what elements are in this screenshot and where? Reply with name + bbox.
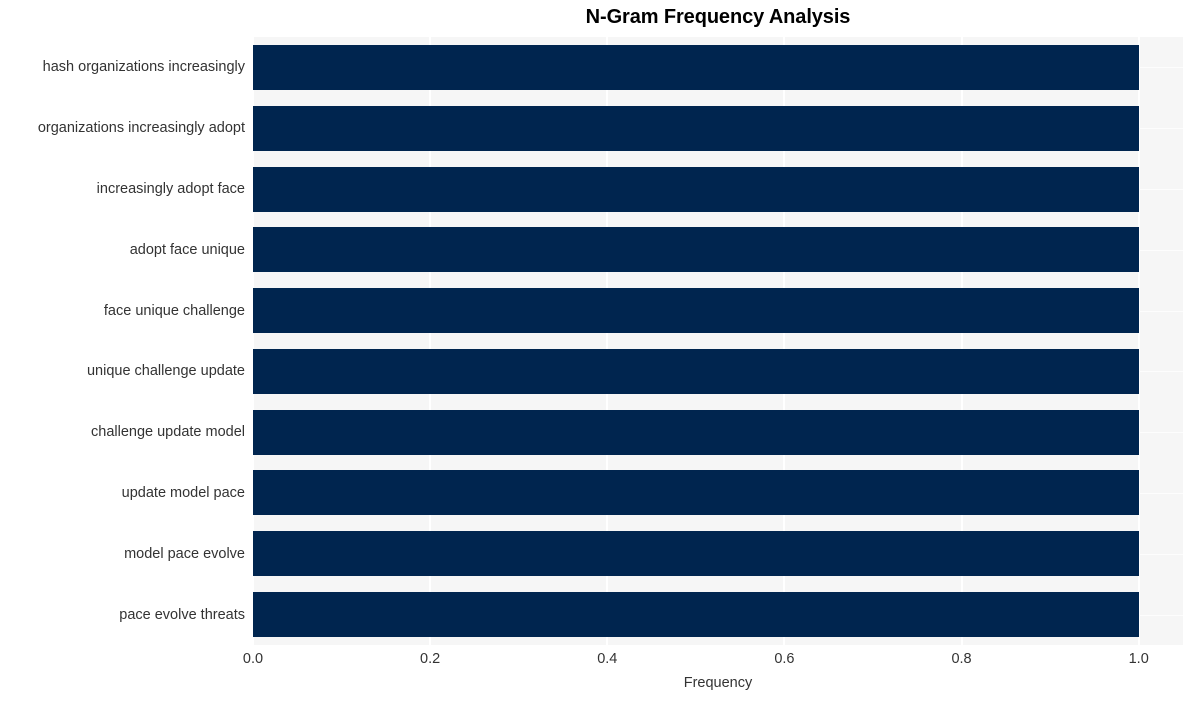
y-tick-label: update model pace	[121, 485, 245, 501]
bar[interactable]	[253, 470, 1139, 515]
chart-figure: N-Gram Frequency Analysis hash organizat…	[0, 0, 1192, 701]
x-tick-label: 0.4	[597, 651, 618, 667]
y-tick-label: organizations increasingly adopt	[37, 120, 245, 136]
bar-row[interactable]	[253, 470, 1183, 515]
x-tick-label: 1.0	[1128, 651, 1149, 667]
x-axis-label: Frequency	[683, 675, 753, 691]
y-axis-tick-labels: hash organizations increasingly organizat…	[0, 37, 245, 645]
x-tick-label: 0.0	[242, 651, 264, 667]
x-tick-label: 0.8	[951, 651, 972, 667]
bar-row[interactable]	[253, 531, 1183, 576]
bar-row[interactable]	[253, 349, 1183, 394]
bar-row[interactable]	[253, 167, 1183, 212]
bar[interactable]	[253, 531, 1139, 576]
bar[interactable]	[253, 227, 1139, 272]
bar[interactable]	[253, 106, 1139, 151]
x-tick-label: 0.6	[774, 651, 795, 667]
y-tick-label: adopt face unique	[129, 242, 245, 258]
bar[interactable]	[253, 349, 1139, 394]
x-axis-tick-labels: 0.0 0.2 0.4 0.6 0.8 1.0	[0, 645, 1192, 675]
bar-row[interactable]	[253, 288, 1183, 333]
bar[interactable]	[253, 167, 1139, 212]
bar-row[interactable]	[253, 106, 1183, 151]
y-tick-label: hash organizations increasingly	[42, 59, 245, 75]
bar-row[interactable]	[253, 227, 1183, 272]
x-tick-label: 0.2	[420, 651, 441, 667]
y-tick-label: model pace evolve	[124, 546, 245, 562]
y-tick-label: increasingly adopt face	[96, 181, 245, 197]
y-tick-label: pace evolve threats	[119, 607, 245, 623]
plot-area	[253, 37, 1183, 645]
bar[interactable]	[253, 410, 1139, 455]
y-tick-label: challenge update model	[91, 424, 245, 440]
bar[interactable]	[253, 288, 1139, 333]
bar[interactable]	[253, 45, 1139, 90]
bar-row[interactable]	[253, 592, 1183, 637]
bar-row[interactable]	[253, 45, 1183, 90]
bar-row[interactable]	[253, 410, 1183, 455]
page-title: N-Gram Frequency Analysis	[585, 6, 851, 28]
y-tick-label: face unique challenge	[103, 303, 245, 319]
bar[interactable]	[253, 592, 1139, 637]
y-tick-label: unique challenge update	[86, 363, 245, 379]
